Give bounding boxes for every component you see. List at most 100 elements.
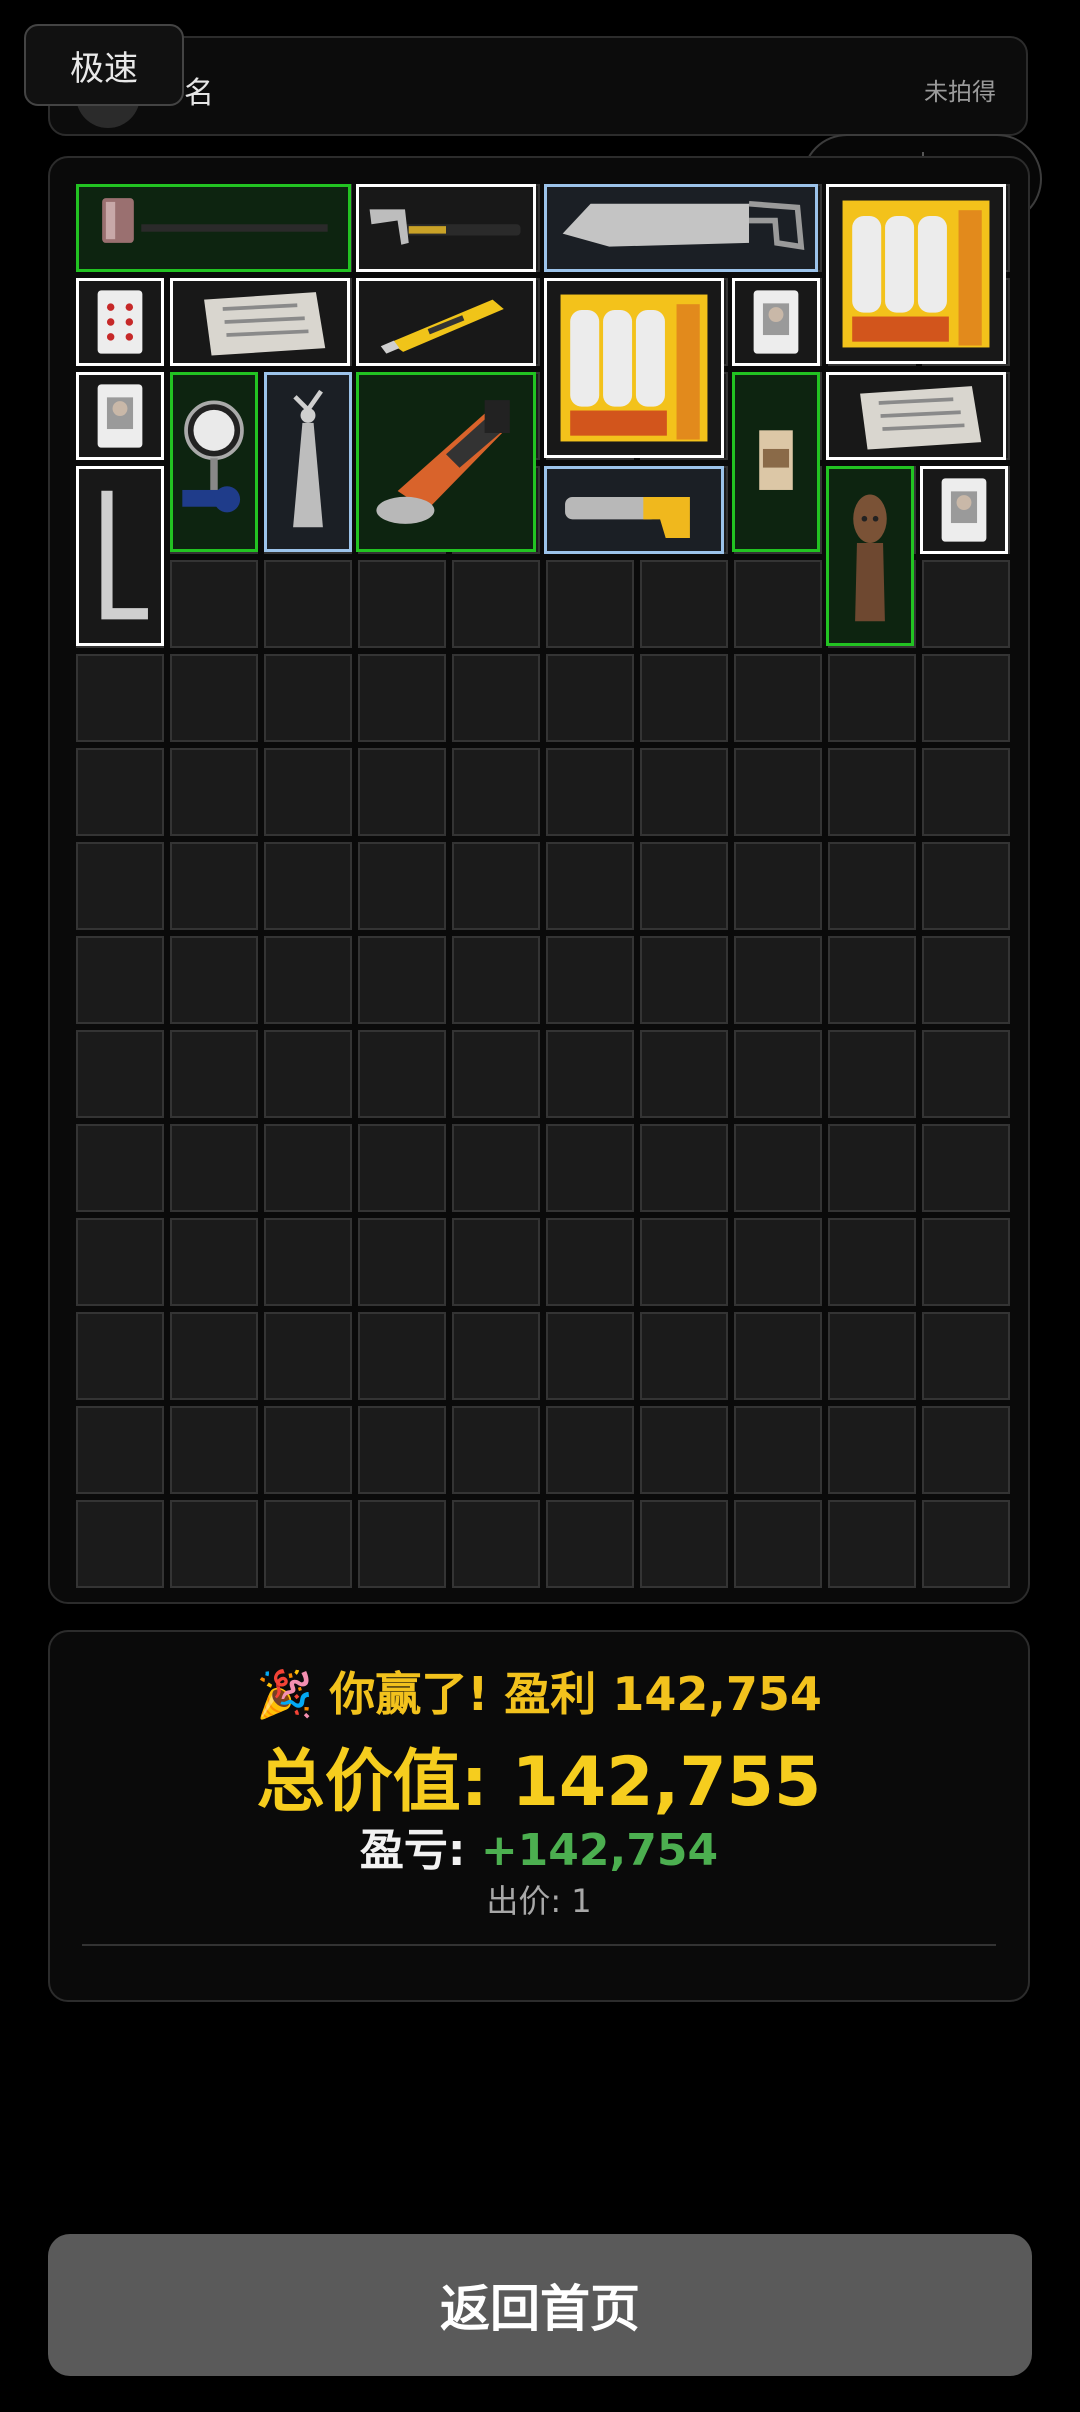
grid-cell[interactable] xyxy=(170,1500,258,1588)
grid-cell[interactable] xyxy=(828,1124,916,1212)
grid-cell[interactable] xyxy=(452,1406,540,1494)
grid-cell[interactable] xyxy=(358,1030,446,1118)
grid-cell[interactable] xyxy=(640,1312,728,1400)
grid-cell[interactable] xyxy=(264,1030,352,1118)
grid-cell[interactable] xyxy=(546,1312,634,1400)
item-old-newspaper-2[interactable] xyxy=(826,372,1006,460)
grid-cell[interactable] xyxy=(452,1312,540,1400)
speed-button[interactable]: 极速 xyxy=(24,24,184,106)
grid-cell[interactable] xyxy=(358,842,446,930)
grid-cell[interactable] xyxy=(452,1124,540,1212)
grid-cell[interactable] xyxy=(170,1030,258,1118)
grid-cell[interactable] xyxy=(922,1218,1010,1306)
grid-cell[interactable] xyxy=(264,1218,352,1306)
grid-cell[interactable] xyxy=(170,654,258,742)
item-old-newspaper[interactable] xyxy=(170,278,350,366)
grid-cell[interactable] xyxy=(264,654,352,742)
grid-cell[interactable] xyxy=(170,560,258,648)
grid-cell[interactable] xyxy=(452,654,540,742)
grid-cell[interactable] xyxy=(452,1500,540,1588)
grid-cell[interactable] xyxy=(264,842,352,930)
grid-cell[interactable] xyxy=(170,842,258,930)
grid-cell[interactable] xyxy=(734,560,822,648)
grid-cell[interactable] xyxy=(828,842,916,930)
grid-cell[interactable] xyxy=(922,1312,1010,1400)
grid-cell[interactable] xyxy=(546,1406,634,1494)
grid-cell[interactable] xyxy=(546,842,634,930)
grid-cell[interactable] xyxy=(922,1124,1010,1212)
grid-cell[interactable] xyxy=(828,654,916,742)
grid-cell[interactable] xyxy=(76,1312,164,1400)
grid-cell[interactable] xyxy=(264,1312,352,1400)
grid-cell[interactable] xyxy=(734,1030,822,1118)
grid-cell[interactable] xyxy=(76,1218,164,1306)
grid-cell[interactable] xyxy=(734,842,822,930)
grid-cell[interactable] xyxy=(640,560,728,648)
grid-cell[interactable] xyxy=(922,654,1010,742)
grid-cell[interactable] xyxy=(922,748,1010,836)
grid-cell[interactable] xyxy=(264,1500,352,1588)
grid-cell[interactable] xyxy=(922,842,1010,930)
grid-cell[interactable] xyxy=(170,1124,258,1212)
item-playing-card-portrait-2[interactable] xyxy=(76,372,164,460)
grid-cell[interactable] xyxy=(358,1406,446,1494)
grid-cell[interactable] xyxy=(546,560,634,648)
grid-cell[interactable] xyxy=(170,1218,258,1306)
grid-cell[interactable] xyxy=(734,1406,822,1494)
grid-cell[interactable] xyxy=(264,1124,352,1212)
item-playing-card-hearts[interactable] xyxy=(76,278,164,366)
item-candle-pack-2[interactable] xyxy=(544,278,724,458)
grid-cell[interactable] xyxy=(734,936,822,1024)
grid-cell[interactable] xyxy=(76,936,164,1024)
grid-cell[interactable] xyxy=(76,1124,164,1212)
grid-cell[interactable] xyxy=(546,1030,634,1118)
grid-cell[interactable] xyxy=(170,1312,258,1400)
grid-cell[interactable] xyxy=(76,1500,164,1588)
grid-cell[interactable] xyxy=(922,1030,1010,1118)
grid-cell[interactable] xyxy=(828,1312,916,1400)
grid-cell[interactable] xyxy=(452,560,540,648)
grid-cell[interactable] xyxy=(76,1030,164,1118)
item-sledgehammer[interactable] xyxy=(76,184,351,272)
grid-cell[interactable] xyxy=(358,1124,446,1212)
grid-cell[interactable] xyxy=(640,1500,728,1588)
grid-cell[interactable] xyxy=(640,936,728,1024)
return-home-button[interactable]: 返回首页 xyxy=(48,2234,1032,2376)
grid-cell[interactable] xyxy=(640,842,728,930)
item-pressure-gauge-valve[interactable] xyxy=(170,372,258,552)
grid-cell[interactable] xyxy=(546,1124,634,1212)
grid-cell[interactable] xyxy=(76,842,164,930)
grid-cell[interactable] xyxy=(358,654,446,742)
item-claw-hammer[interactable] xyxy=(356,184,536,272)
grid-cell[interactable] xyxy=(358,748,446,836)
grid-cell[interactable] xyxy=(828,1500,916,1588)
grid-cell[interactable] xyxy=(734,1312,822,1400)
grid-cell[interactable] xyxy=(358,560,446,648)
grid-cell[interactable] xyxy=(828,1218,916,1306)
grid-cell[interactable] xyxy=(922,1406,1010,1494)
grid-cell[interactable] xyxy=(452,1218,540,1306)
grid-cell[interactable] xyxy=(640,1124,728,1212)
grid-cell[interactable] xyxy=(170,1406,258,1494)
item-coffee-bag[interactable] xyxy=(732,372,820,552)
grid-cell[interactable] xyxy=(734,1218,822,1306)
grid-cell[interactable] xyxy=(828,936,916,1024)
grid-cell[interactable] xyxy=(452,1030,540,1118)
grid-cell[interactable] xyxy=(170,936,258,1024)
grid-cell[interactable] xyxy=(358,1500,446,1588)
grid-cell[interactable] xyxy=(546,748,634,836)
grid-cell[interactable] xyxy=(452,842,540,930)
item-utility-knife[interactable] xyxy=(356,278,536,366)
grid-cell[interactable] xyxy=(734,654,822,742)
grid-cell[interactable] xyxy=(452,748,540,836)
grid-cell[interactable] xyxy=(734,1500,822,1588)
grid-cell[interactable] xyxy=(264,560,352,648)
grid-cell[interactable] xyxy=(170,748,258,836)
grid-cell[interactable] xyxy=(734,1124,822,1212)
item-wooden-idol[interactable] xyxy=(826,466,914,646)
item-hand-saw[interactable] xyxy=(544,184,818,272)
grid-cell[interactable] xyxy=(922,560,1010,648)
grid-cell[interactable] xyxy=(546,936,634,1024)
grid-cell[interactable] xyxy=(734,748,822,836)
grid-cell[interactable] xyxy=(76,1406,164,1494)
